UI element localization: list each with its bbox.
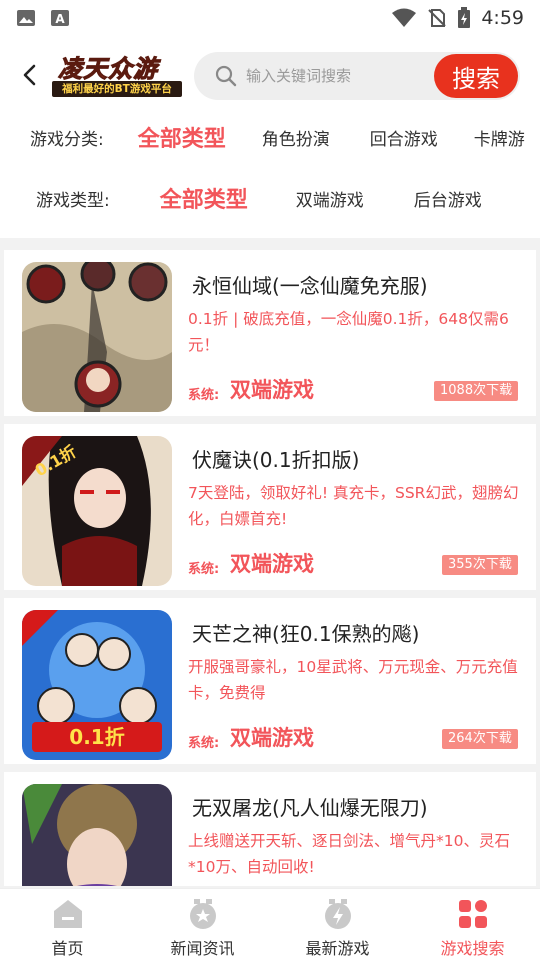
system-label: 系统: [188,388,220,403]
app-logo: 凌天众游 福利最好的BT游戏平台 [52,47,182,103]
nav-label-news: 新闻资讯 [170,939,235,958]
game-thumbnail: 0.1折 [22,436,172,586]
nav-new-games[interactable]: 最新游戏 [270,889,405,960]
game-card[interactable]: 永恒仙域(一念仙魔免充服) 0.1折 | 破底充值，一念仙魔0.1折，648仅需… [4,250,536,416]
nav-label-home: 首页 [51,939,84,958]
nav-home[interactable]: 首页 [0,889,135,960]
game-thumbnail: 0.1折 [22,610,172,760]
gallery-icon [17,10,35,26]
type-option-background[interactable]: 后台游戏 [414,186,482,211]
game-title: 永恒仙域(一念仙魔免充服) [192,274,428,298]
home-icon [53,900,82,928]
category-filter-row: 游戏分类: 全部类型 角色扮演 回合游戏 卡牌游 [0,115,540,159]
game-title: 天芒之神(狂0.1保熟的飚) [192,622,420,646]
game-search-icon [458,900,487,928]
search-input[interactable] [246,67,426,85]
system-label: 系统: [188,562,220,577]
chevron-left-icon [23,64,36,86]
system-value: 双端游戏 [230,552,314,576]
system-value: 双端游戏 [230,378,314,402]
game-description: 7天登陆，领取好礼! 真充卡，SSR幻武，翅膀幻化，白嫖首充! [188,484,519,528]
search-bar: 搜索 [194,52,520,100]
bottom-nav: 首页 新闻资讯 最新游戏 游戏搜索 [0,888,540,960]
nav-label-new-games: 最新游戏 [305,939,370,958]
game-thumbnail [22,784,172,886]
download-count-badge: 1088次下载 [434,381,519,401]
game-thumbnail [22,262,172,412]
game-title: 无双屠龙(凡人仙爆无限刀) [192,796,428,820]
back-button[interactable] [8,53,52,97]
logo-text: 凌天众游 [58,55,158,84]
game-description: 上线赠送开天斩、逐日剑法、增气丹*10、灵石*10万、自动回收! [188,832,510,876]
filter-panel: 游戏分类: 全部类型 角色扮演 回合游戏 卡牌游 游戏类型: 全部类型 双端游戏… [0,114,540,238]
new-games-icon [324,899,351,929]
type-filter-row: 游戏类型: 全部类型 双端游戏 后台游戏 [0,176,540,220]
svg-text:A: A [55,12,65,26]
battery-icon [458,7,471,28]
svg-text:0.1折: 0.1折 [69,725,124,749]
game-card[interactable]: 0.1折 伏魔诀(0.1折扣版) 7天登陆，领取好礼! 真充卡，SSR幻武，翅膀… [4,424,536,590]
game-title: 伏魔诀(0.1折扣版) [192,448,360,472]
game-description: 0.1折 | 破底充值，一念仙魔0.1折，648仅需6元！ [188,310,509,354]
type-option-all[interactable]: 全部类型 [160,182,248,214]
logo-subtitle: 福利最好的BT游戏平台 [52,81,182,97]
status-bar: A 4:59 [0,0,540,36]
download-count-badge: 355次下载 [442,555,518,575]
game-card[interactable]: 无双屠龙(凡人仙爆无限刀) 上线赠送开天斩、逐日剑法、增气丹*10、灵石*10万… [4,772,536,886]
type-option-dual[interactable]: 双端游戏 [296,186,364,211]
category-option-card[interactable]: 卡牌游 [474,125,525,150]
type-filter-label: 游戏类型: [36,190,110,211]
search-icon [215,65,237,87]
game-description: 开服强哥豪礼，10星武将、万元现金、万元充值卡，免费得 [188,658,518,702]
category-option-all[interactable]: 全部类型 [138,121,226,153]
game-card[interactable]: 0.1折 天芒之神(狂0.1保熟的飚) 开服强哥豪礼，10星武将、万元现金、万元… [4,598,536,764]
category-filter-label: 游戏分类: [30,129,104,150]
wifi-icon [392,8,417,27]
news-icon [189,899,216,929]
nav-game-search[interactable]: 游戏搜索 [405,889,540,960]
header: 凌天众游 福利最好的BT游戏平台 搜索 [0,36,540,114]
search-button[interactable]: 搜索 [434,54,518,98]
download-count-badge: 264次下载 [442,729,518,749]
system-label: 系统: [188,736,220,751]
nav-label-game-search: 游戏搜索 [440,939,505,958]
status-time: 4:59 [481,7,524,29]
category-option-rpg[interactable]: 角色扮演 [262,125,330,150]
no-sim-icon [428,9,447,27]
nav-news[interactable]: 新闻资讯 [135,889,270,960]
font-icon: A [51,10,69,26]
category-option-turn-based[interactable]: 回合游戏 [370,125,438,150]
game-list: 永恒仙域(一念仙魔免充服) 0.1折 | 破底充值，一念仙魔0.1折，648仅需… [0,246,540,886]
system-value: 双端游戏 [230,726,314,750]
